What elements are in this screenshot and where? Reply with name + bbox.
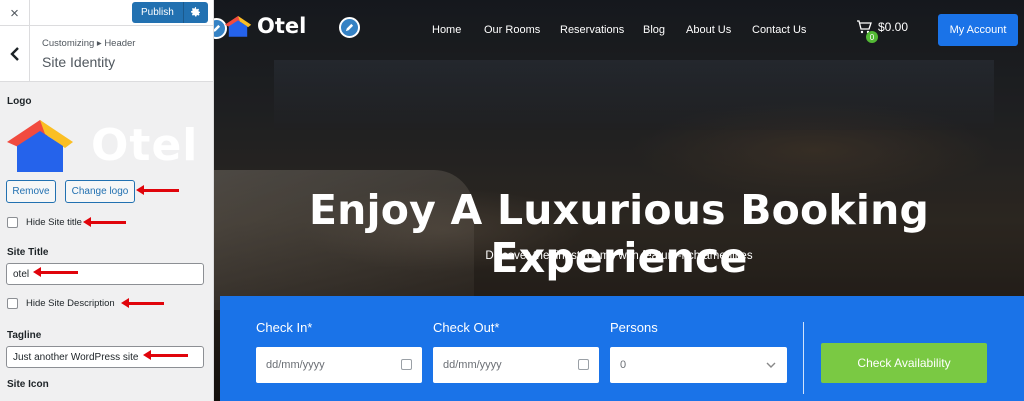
gear-icon [191, 7, 201, 17]
site-logo-text: Otel [257, 14, 307, 38]
booking-form: Check In* dd/mm/yyyy Check Out* dd/mm/yy… [220, 296, 1024, 401]
cart-link[interactable]: 0 $0.00 [856, 20, 909, 43]
annotation-arrow [143, 350, 188, 360]
customizer-panel: × Publish Customizing ▸ Header Site Iden… [0, 0, 214, 401]
close-button[interactable]: × [0, 0, 30, 26]
check-in-input[interactable]: dd/mm/yyyy [256, 347, 422, 383]
calendar-icon [578, 359, 589, 370]
nav-our-rooms[interactable]: Our Rooms [484, 24, 540, 36]
hero-title: Enjoy A Luxurious Booking Experience [308, 186, 930, 282]
back-button[interactable] [0, 26, 30, 82]
check-availability-button[interactable]: Check Availability [821, 343, 987, 383]
hide-site-description-checkbox[interactable]: Hide Site Description [7, 298, 115, 309]
nav-about-us[interactable]: About Us [686, 24, 731, 36]
logo-preview: Otel [5, 114, 207, 176]
logo-preview-text: Otel [91, 119, 199, 171]
chevron-down-icon [766, 362, 776, 368]
change-logo-button[interactable]: Change logo [65, 180, 135, 203]
check-out-label: Check Out* [433, 320, 500, 335]
customizer-header: × Publish [0, 0, 213, 26]
check-out-placeholder: dd/mm/yyyy [443, 359, 502, 371]
persons-select[interactable]: 0 [610, 347, 787, 383]
hide-site-title-checkbox[interactable]: Hide Site title [7, 217, 82, 228]
divider [803, 322, 804, 394]
annotation-arrow [136, 185, 179, 195]
hide-site-description-label: Hide Site Description [26, 298, 115, 309]
pencil-icon [345, 23, 354, 32]
tagline-label: Tagline [7, 330, 42, 341]
nav-contact-us[interactable]: Contact Us [752, 24, 806, 36]
site-icon-label: Site Icon [7, 379, 49, 390]
site-preview: Otel Home Our Rooms Reservations Blog Ab… [214, 0, 1024, 401]
check-in-placeholder: dd/mm/yyyy [266, 359, 325, 371]
section-header: Customizing ▸ Header Site Identity [0, 26, 213, 82]
close-icon: × [10, 4, 19, 22]
hero-subtitle: Discover the finest rooms with feature-r… [485, 250, 753, 262]
nav-blog[interactable]: Blog [643, 24, 665, 36]
my-account-button[interactable]: My Account [938, 14, 1018, 46]
cart-count-badge: 0 [866, 31, 878, 43]
house-logo-icon [224, 16, 252, 37]
site-title-label: Site Title [7, 247, 49, 258]
annotation-arrow [83, 217, 126, 227]
nav-reservations[interactable]: Reservations [560, 24, 624, 36]
annotation-arrow [33, 267, 78, 277]
house-logo-icon [7, 120, 73, 172]
edit-shortcut-button[interactable] [339, 17, 360, 38]
nav-home[interactable]: Home [432, 24, 461, 36]
chevron-left-icon [9, 47, 19, 61]
section-title: Site Identity [42, 54, 116, 70]
persons-value: 0 [620, 359, 627, 371]
hide-site-title-label: Hide Site title [26, 217, 82, 228]
check-out-input[interactable]: dd/mm/yyyy [433, 347, 599, 383]
remove-logo-button[interactable]: Remove [6, 180, 56, 203]
checkbox-box[interactable] [7, 217, 18, 228]
cart-total: $0.00 [878, 20, 909, 34]
publish-button[interactable]: Publish [132, 2, 183, 23]
logo-label: Logo [7, 96, 32, 107]
checkbox-box[interactable] [7, 298, 18, 309]
persons-label: Persons [610, 320, 658, 335]
calendar-icon [401, 359, 412, 370]
publish-settings-button[interactable] [182, 2, 208, 23]
publish-group: Publish [132, 2, 208, 23]
pencil-icon [214, 24, 221, 32]
tagline-input[interactable]: Just another WordPress site [6, 346, 204, 368]
breadcrumb: Customizing ▸ Header [42, 38, 136, 49]
site-logo[interactable]: Otel [224, 14, 306, 38]
check-in-label: Check In* [256, 320, 313, 335]
annotation-arrow [121, 298, 164, 308]
